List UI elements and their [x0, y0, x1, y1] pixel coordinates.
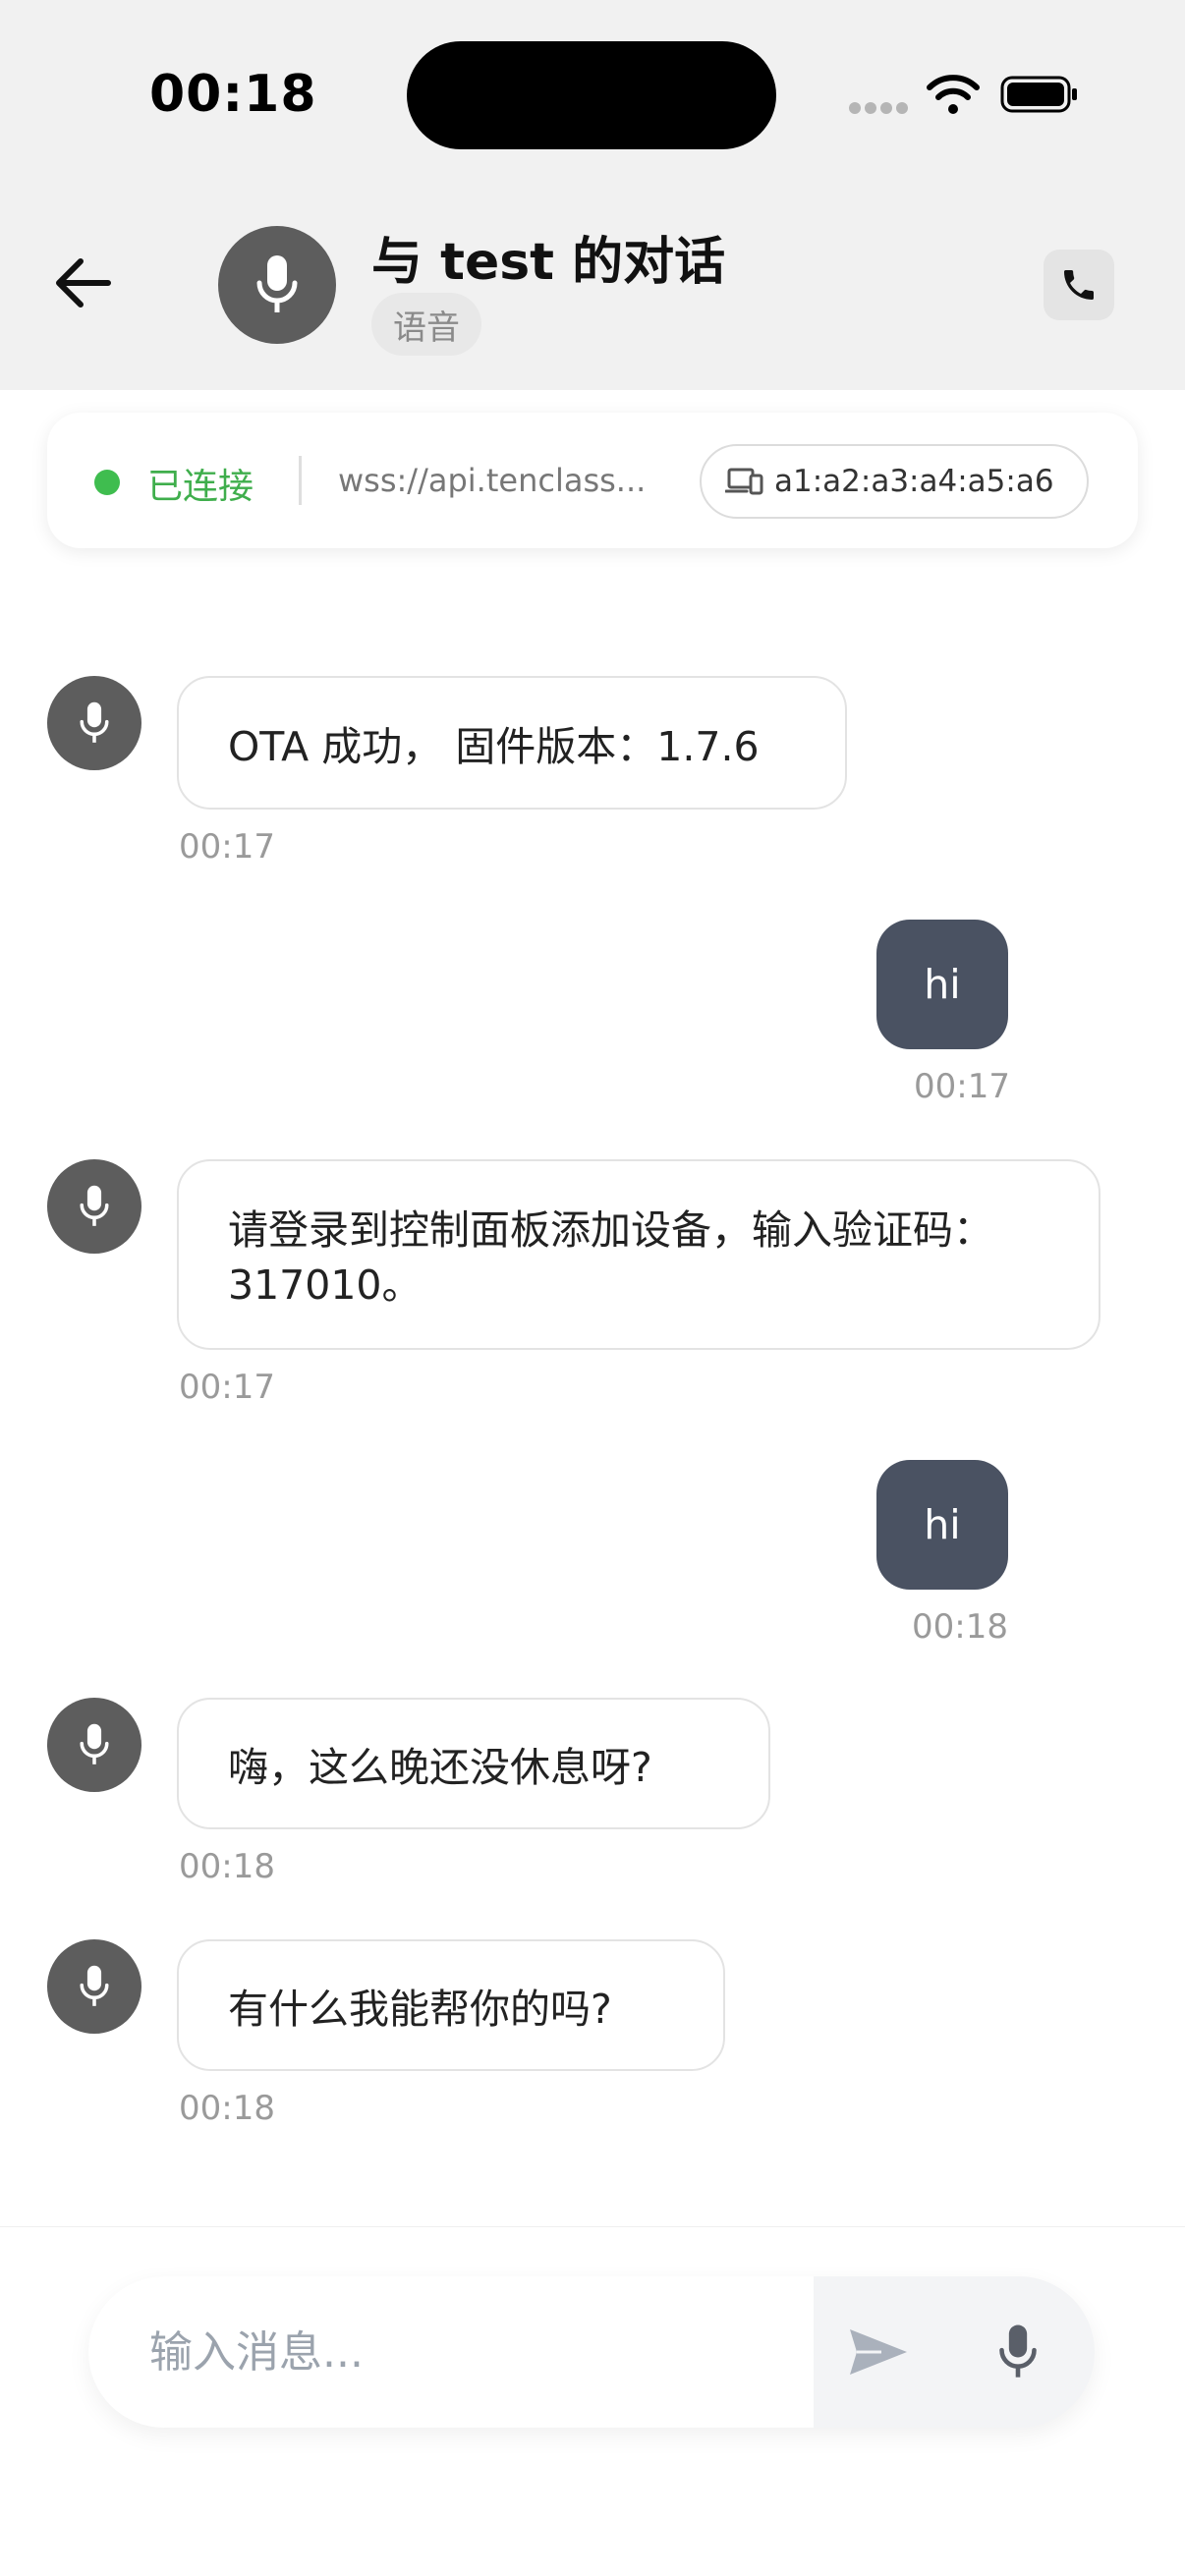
message-time: 00:17 [179, 827, 275, 867]
back-button[interactable] [47, 248, 118, 318]
devices-icon [725, 468, 763, 495]
message-text: 嗨，这么晚还没休息呀? [228, 1744, 652, 1791]
chat-title: 与 test 的对话 [371, 233, 726, 292]
message-input[interactable] [88, 2276, 814, 2428]
device-mac: a1:a2:a3:a4:a5:a6 [774, 464, 1054, 499]
app-header: 00:18 与 test 的对话 语音 [0, 0, 1185, 390]
message-time: 00:17 [179, 1368, 275, 1407]
wifi-icon [927, 75, 980, 114]
message-time: 00:18 [912, 1607, 1008, 1647]
message-time: 00:18 [179, 2089, 275, 2128]
message-text: OTA 成功， 固件版本：1.7.6 [228, 723, 760, 770]
mode-badge: 语音 [371, 293, 481, 356]
message-bubble-user: hi [876, 920, 1008, 1049]
bot-avatar [47, 676, 141, 770]
phone-icon [1064, 270, 1094, 300]
microphone-icon [80, 701, 109, 743]
message-time: 00:17 [914, 1067, 1010, 1106]
message-bubble-bot: OTA 成功， 固件版本：1.7.6 [177, 676, 847, 810]
call-button[interactable] [1044, 250, 1114, 320]
voice-input-button[interactable] [979, 2313, 1057, 2391]
bot-avatar [47, 1939, 141, 2034]
microphone-icon [80, 1965, 109, 2006]
divider [299, 456, 302, 505]
message-bubble-bot: 有什么我能帮你的吗? [177, 1939, 725, 2071]
message-text: hi [924, 961, 961, 1008]
device-chip[interactable]: a1:a2:a3:a4:a5:a6 [700, 444, 1089, 519]
server-url: wss://api.tenclass... [338, 462, 647, 499]
microphone-icon [80, 1723, 109, 1764]
arrow-left-icon [56, 258, 111, 308]
composer-pill [88, 2276, 1095, 2428]
microphone-icon [999, 2324, 1037, 2378]
connection-card: 已连接 wss://api.tenclass... a1:a2:a3:a4:a5… [47, 413, 1138, 548]
microphone-icon [256, 255, 298, 312]
message-text: hi [924, 1501, 961, 1548]
connection-status-dot [94, 470, 120, 495]
send-icon [850, 2329, 907, 2375]
signal-dots-icon [849, 102, 908, 116]
dynamic-island [407, 41, 776, 149]
send-button[interactable] [839, 2313, 918, 2391]
battery-icon [1000, 76, 1077, 113]
message-time: 00:18 [179, 1847, 275, 1886]
status-bar-time: 00:18 [149, 65, 317, 124]
composer-bar [0, 2226, 1185, 2576]
bot-avatar [47, 1698, 141, 1792]
contact-avatar [218, 226, 336, 344]
connection-status-text: 已连接 [147, 467, 254, 507]
message-bubble-bot: 请登录到控制面板添加设备，输入验证码：317010。 [177, 1159, 1100, 1350]
message-text: 有什么我能帮你的吗? [228, 1986, 612, 2033]
microphone-icon [80, 1185, 109, 1226]
message-text: 请登录到控制面板添加设备，输入验证码：317010。 [228, 1206, 993, 1309]
bot-avatar [47, 1159, 141, 1254]
message-bubble-user: hi [876, 1460, 1008, 1590]
chat-screen: 00:18 与 test 的对话 语音 已连接 wss://api.tencla… [0, 0, 1185, 2576]
message-bubble-bot: 嗨，这么晚还没休息呀? [177, 1698, 770, 1829]
